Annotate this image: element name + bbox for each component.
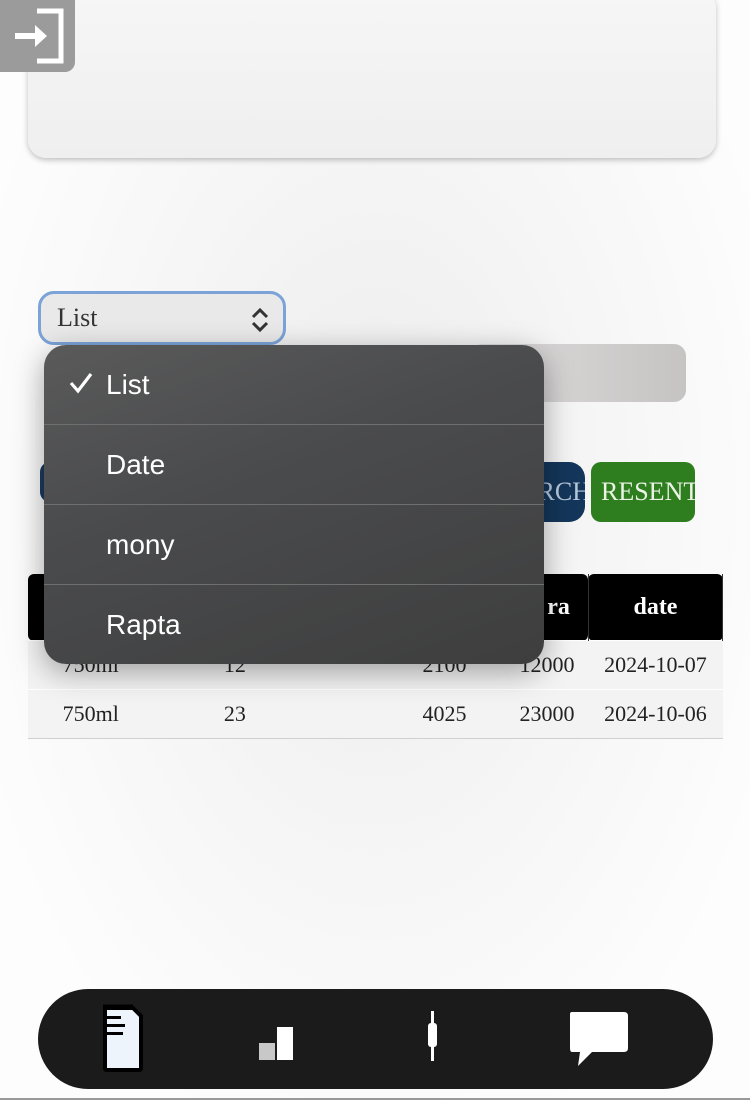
dropdown-option-date[interactable]: Date <box>44 425 544 505</box>
dropdown-option-label: List <box>106 368 150 400</box>
dropdown-option-label: Rapta <box>106 608 181 640</box>
table-row: 750ml 23 4025 23000 2024-10-06 <box>28 689 723 739</box>
dropdown-option-label: mony <box>106 528 175 560</box>
dropdown-option-list[interactable]: List <box>44 345 544 425</box>
bottom-tab-bar <box>38 989 713 1089</box>
document-icon <box>103 1004 143 1072</box>
checkmark-icon <box>69 373 93 394</box>
bar-chart-icon <box>259 1027 293 1060</box>
tab-documents[interactable] <box>88 989 158 1089</box>
chevron-up-down-icon <box>251 307 269 333</box>
dropdown-option-mony[interactable]: mony <box>44 505 544 585</box>
sort-select[interactable]: List <box>38 291 286 345</box>
tab-messages[interactable] <box>553 989 643 1089</box>
top-card <box>28 0 716 158</box>
login-icon <box>14 8 63 64</box>
table-cell: 23 <box>153 689 317 739</box>
chat-bubble-icon <box>570 1012 628 1066</box>
tab-edit[interactable] <box>413 989 453 1089</box>
dropdown-option-rapta[interactable]: Rapta <box>44 585 544 664</box>
reset-button-label: RESENT <box>601 477 695 506</box>
table-header-cell: date <box>588 574 724 641</box>
page: List SEARCH RESENT ra date <box>0 0 750 1100</box>
table-cell: 2024-10-07 <box>588 640 723 690</box>
reset-button[interactable]: RESENT <box>591 462 695 522</box>
table-cell: 2024-10-06 <box>588 689 723 739</box>
dropdown-option-label: Date <box>106 448 166 480</box>
tab-statistics[interactable] <box>243 989 303 1089</box>
login-button[interactable] <box>0 0 75 72</box>
sort-dropdown-menu: List Date mony Rapta <box>44 345 544 664</box>
sort-select-value: List <box>57 303 98 332</box>
table-cell: 23000 <box>476 689 589 739</box>
pen-icon <box>428 1011 437 1061</box>
table-cell: 4025 <box>316 689 477 739</box>
table-cell: 750ml <box>28 689 154 739</box>
